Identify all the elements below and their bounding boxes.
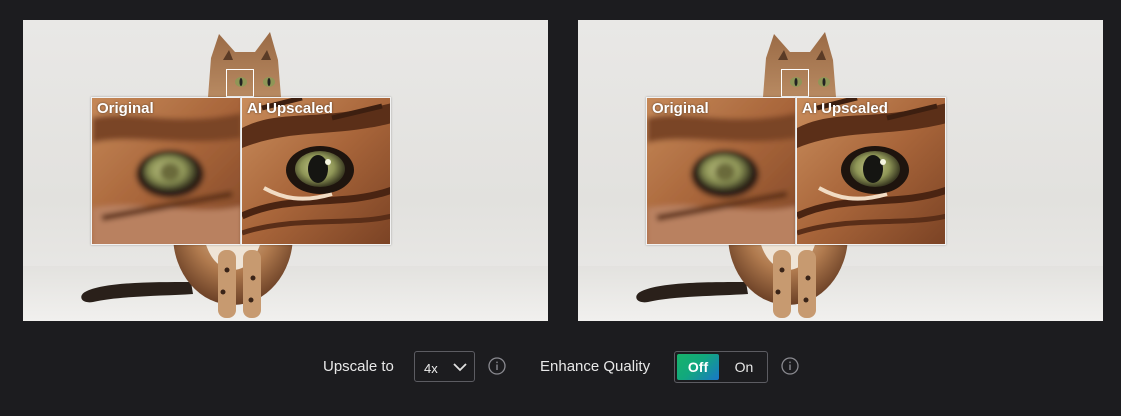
original-label: Original (97, 100, 154, 117)
ai-upscaled-label: AI Upscaled (802, 100, 888, 117)
zoom-region-marker (781, 69, 809, 97)
ai-upscaled-zoom-view: AI Upscaled (241, 97, 391, 245)
original-eye-closeup (647, 98, 795, 244)
controls-bar: Upscale to 4x Enhance Quality Off On (0, 350, 1121, 384)
upscale-factor-select[interactable]: 4x (414, 351, 475, 382)
enhance-quality-label: Enhance Quality (540, 358, 651, 375)
upscale-factor-value: 4x (424, 361, 438, 376)
preview-panel-left: Original AI Upscaled (23, 20, 548, 321)
enhance-quality-toggle[interactable]: Off On (674, 351, 768, 383)
ai-upscaled-label: AI Upscaled (247, 100, 333, 117)
zoom-region-marker (226, 69, 254, 97)
upscaled-eye-closeup (242, 98, 390, 244)
ai-upscaled-zoom-view: AI Upscaled (796, 97, 946, 245)
upscaled-eye-closeup (797, 98, 945, 244)
original-eye-closeup (92, 98, 240, 244)
toggle-on-option[interactable]: On (723, 354, 765, 380)
toggle-off-option[interactable]: Off (677, 354, 719, 380)
original-zoom-view: Original (91, 97, 241, 245)
preview-panel-right: Original AI Upscaled (578, 20, 1103, 321)
chevron-down-icon (453, 363, 467, 372)
original-zoom-view: Original (646, 97, 796, 245)
info-icon[interactable] (781, 357, 799, 375)
upscale-label: Upscale to (323, 358, 394, 375)
original-label: Original (652, 100, 709, 117)
info-icon[interactable] (488, 357, 506, 375)
